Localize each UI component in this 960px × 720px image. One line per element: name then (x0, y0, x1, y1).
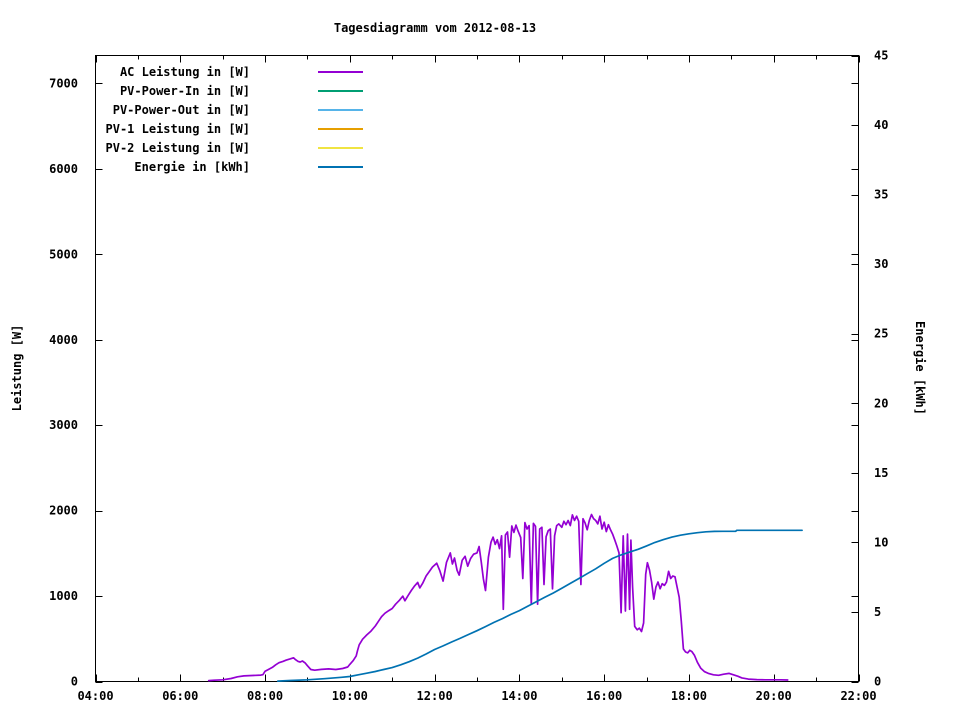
y2-axis-tick-label: 10 (874, 535, 888, 549)
y-axis-tick-label: 0 (71, 675, 78, 689)
legend-item: PV-2 Leistung in [W] (0, 138, 363, 157)
legend-item: Energie in [kWh] (0, 157, 363, 176)
y-axis-tick-label: 3000 (49, 418, 78, 432)
legend: AC Leistung in [W] PV-Power-In in [W] PV… (0, 62, 363, 176)
x-axis-tick-label: 14:00 (501, 689, 537, 703)
y2-axis-tick-label: 35 (874, 188, 888, 202)
chart-title: Tagesdiagramm vom 2012-08-13 (333, 21, 537, 35)
x-axis-tick-label: 06:00 (162, 689, 198, 703)
y2-axis-tick-label: 15 (874, 466, 888, 480)
legend-line-swatch (318, 89, 363, 92)
y2-axis-tick-label: 40 (874, 118, 888, 132)
x-axis-tick-label: 16:00 (586, 689, 622, 703)
y-axis-tick-label: 1000 (49, 589, 78, 603)
legend-item: PV-Power-Out in [W] (0, 100, 363, 119)
y2-axis-tick-label: 45 (874, 49, 888, 63)
x-axis-tick-label: 04:00 (77, 689, 113, 703)
x-axis-tick-label: 18:00 (671, 689, 707, 703)
y-axis-title-left: Leistung [W] (10, 324, 24, 412)
legend-line-swatch (318, 165, 363, 168)
legend-item: AC Leistung in [W] (0, 62, 363, 81)
legend-label: PV-2 Leistung in [W] (105, 140, 251, 155)
legend-item: PV-Power-In in [W] (0, 81, 363, 100)
legend-label: PV-Power-In in [W] (119, 83, 250, 98)
y2-axis-tick-label: 20 (874, 396, 888, 410)
y2-axis-tick-label: 30 (874, 257, 888, 271)
legend-line-swatch (318, 108, 363, 111)
y2-axis-tick-label: 5 (874, 605, 881, 619)
x-axis-tick-label: 12:00 (417, 689, 453, 703)
legend-line-swatch (318, 146, 363, 149)
legend-item: PV-1 Leistung in [W] (0, 119, 363, 138)
legend-label: PV-Power-Out in [W] (112, 102, 250, 117)
x-axis-tick-label: 22:00 (840, 689, 876, 703)
y-axis-tick-label: 4000 (49, 333, 78, 347)
series-line-ac (207, 513, 789, 682)
y-axis-tick-label: 2000 (49, 504, 78, 518)
series-line-energie (276, 529, 803, 682)
chart-canvas: 04:00 06:00 08:00 10:00 12:00 14:00 16:00 18:00… (0, 0, 960, 720)
y-axis-title-right: Energie [kWh] (913, 321, 927, 415)
x-axis-tick-label: 20:00 (756, 689, 792, 703)
legend-label: PV-1 Leistung in [W] (105, 121, 251, 136)
y-axis-tick-label: 5000 (49, 247, 78, 261)
y2-axis-tick-label: 0 (874, 675, 881, 689)
x-axis-tick-label: 10:00 (332, 689, 368, 703)
legend-line-swatch (318, 127, 363, 130)
legend-label: AC Leistung in [W] (119, 64, 250, 79)
y2-axis-tick-label: 25 (874, 327, 888, 341)
legend-label: Energie in [kWh] (134, 159, 250, 174)
legend-line-swatch (318, 70, 363, 73)
x-axis-tick-label: 08:00 (247, 689, 283, 703)
